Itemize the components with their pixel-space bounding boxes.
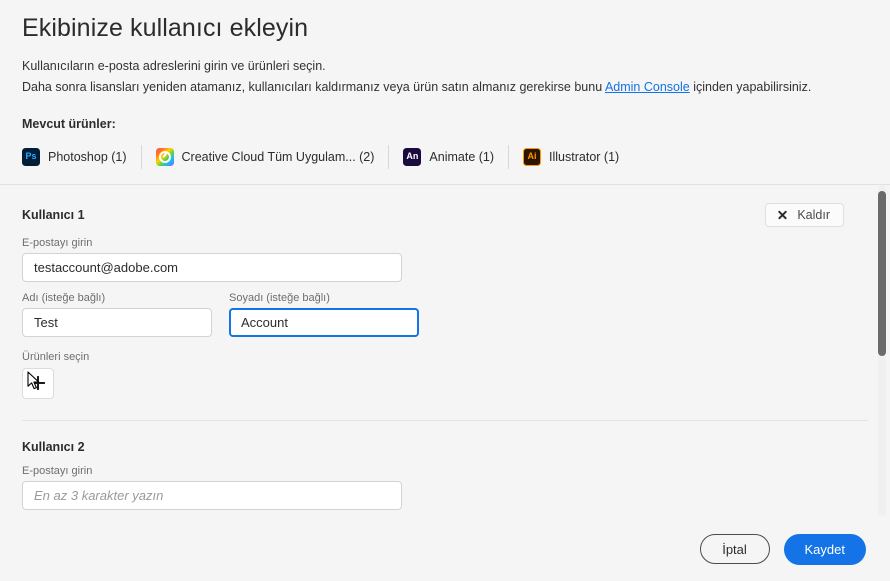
product-chip-photoshop: Ps Photoshop (1) bbox=[22, 144, 141, 170]
product-separator bbox=[388, 144, 390, 169]
page-title: Ekibinize kullanıcı ekleyin bbox=[22, 14, 309, 42]
user-2-email-input[interactable] bbox=[22, 480, 402, 510]
remove-user-1-label: Kaldır bbox=[797, 207, 830, 222]
user-2-email-label: E-postayı girin bbox=[22, 464, 93, 477]
user-1-title: Kullanıcı 1 bbox=[22, 207, 85, 222]
product-name-creative-cloud: Creative Cloud Tüm Uygulam... (2) bbox=[181, 149, 375, 164]
dialog-header: Ekibinize kullanıcı ekleyin Kullanıcılar… bbox=[0, 0, 890, 97]
close-icon bbox=[777, 209, 788, 220]
user-1-email-label: E-postayı girin bbox=[22, 236, 93, 249]
available-products-label: Mevcut ürünler: bbox=[22, 116, 116, 131]
intro-text-before: Daha sonra lisansları yeniden atamanız, … bbox=[22, 79, 605, 94]
product-separator bbox=[508, 144, 510, 169]
user-1-header: Kullanıcı 1 Kaldır bbox=[22, 201, 868, 229]
admin-console-link[interactable]: Admin Console bbox=[605, 80, 690, 94]
product-chip-animate: An Animate (1) bbox=[403, 144, 508, 170]
intro-text-after: içinden yapabilirsiniz. bbox=[689, 79, 812, 94]
product-chip-creative-cloud: Creative Cloud Tüm Uygulam... (2) bbox=[155, 144, 389, 170]
photoshop-icon: Ps bbox=[22, 147, 40, 166]
user-1-first-name-input[interactable] bbox=[22, 307, 212, 337]
creative-cloud-icon bbox=[155, 147, 174, 166]
remove-user-1-button[interactable]: Kaldır bbox=[765, 202, 844, 227]
users-scrollbar-thumb[interactable] bbox=[878, 190, 886, 356]
user-1-email-input[interactable] bbox=[22, 252, 402, 282]
user-1-name-row: Adı (isteğe bağlı) Soyadı (isteğe bağlı) bbox=[22, 284, 868, 337]
user-2-title: Kullanıcı 2 bbox=[22, 439, 85, 454]
product-name-animate: Animate (1) bbox=[429, 149, 495, 164]
user-1-last-name-label: Soyadı (isteğe bağlı) bbox=[229, 291, 330, 304]
add-users-dialog: Ekibinize kullanıcı ekleyin Kullanıcılar… bbox=[0, 0, 890, 581]
animate-icon: An bbox=[403, 147, 422, 166]
add-product-button[interactable] bbox=[22, 367, 54, 399]
user-1-last-name-group: Soyadı (isteğe bağlı) bbox=[229, 284, 419, 337]
user-1-last-name-input[interactable] bbox=[229, 307, 419, 337]
intro-line-2: Daha sonra lisansları yeniden atamanız, … bbox=[22, 78, 868, 97]
users-scroll-area: Kullanıcı 1 Kaldır E-postayı girin Adı (… bbox=[0, 184, 890, 516]
plus-icon bbox=[31, 376, 45, 391]
user-block-2: Kullanıcı 2 E-postayı girin bbox=[22, 421, 868, 510]
product-name-illustrator: Illustrator (1) bbox=[549, 149, 620, 164]
product-separator bbox=[140, 144, 142, 169]
product-name-photoshop: Photoshop (1) bbox=[48, 149, 127, 164]
user-1-first-name-label: Adı (isteğe bağlı) bbox=[22, 291, 106, 304]
intro-line-1: Kullanıcıların e-posta adreslerini girin… bbox=[22, 58, 326, 73]
user-1-products-label: Ürünleri seçin bbox=[22, 350, 90, 363]
illustrator-icon: Ai bbox=[523, 147, 542, 166]
product-chip-illustrator: Ai Illustrator (1) bbox=[523, 144, 633, 170]
save-button[interactable]: Kaydet bbox=[783, 533, 866, 565]
users-scrollbar-track[interactable] bbox=[878, 184, 886, 516]
user-block-1: Kullanıcı 1 Kaldır E-postayı girin Adı (… bbox=[22, 185, 868, 399]
available-products-row: Ps Photoshop (1) Creative Cloud Tüm Uygu… bbox=[22, 144, 890, 170]
cancel-button[interactable]: İptal bbox=[699, 534, 770, 564]
dialog-footer: İptal Kaydet bbox=[0, 517, 890, 581]
user-2-header: Kullanıcı 2 bbox=[22, 437, 868, 457]
user-1-first-name-group: Adı (isteğe bağlı) bbox=[22, 284, 212, 337]
